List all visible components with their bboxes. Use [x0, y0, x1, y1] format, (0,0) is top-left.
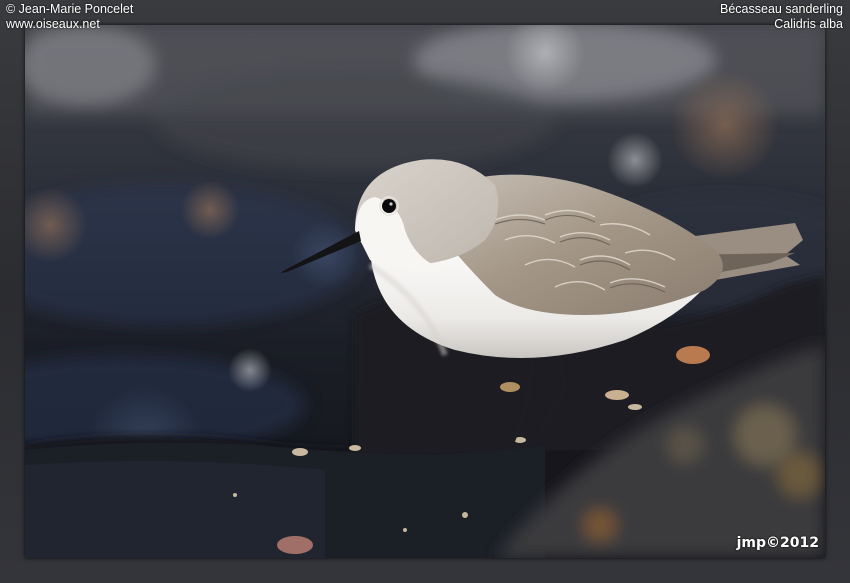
website-link[interactable]: www.oiseaux.net: [6, 17, 133, 32]
author-credit: © Jean-Marie Poncelet www.oiseaux.net: [6, 2, 133, 32]
photographer-signature: jmp©2012: [736, 535, 819, 551]
species-common-name: Bécasseau sanderling: [720, 2, 843, 16]
author-name: © Jean-Marie Poncelet: [6, 2, 134, 16]
species-caption: Bécasseau sanderling Calidris alba: [720, 2, 843, 32]
bird-photo: [25, 25, 825, 558]
species-scientific-name: Calidris alba: [774, 17, 843, 31]
